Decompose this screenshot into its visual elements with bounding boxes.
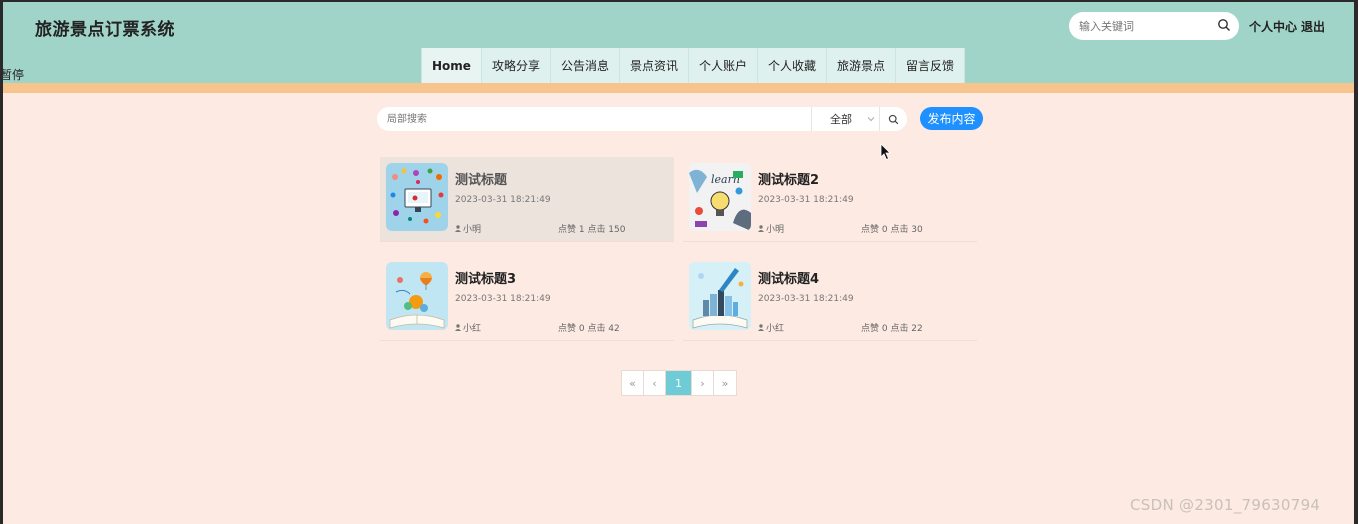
accent-bar — [3, 83, 1354, 93]
category-select-value: 全部 — [830, 113, 852, 126]
local-search-bar: 全部 — [377, 107, 907, 131]
post-card[interactable]: 测试标题 2023-03-31 18:21:49 小明 点赞 1 点击 150 — [380, 157, 674, 242]
post-author: 小明 — [455, 222, 481, 235]
nav-item-scenic-news[interactable]: 景点资讯 — [618, 48, 688, 83]
user-icon — [758, 324, 764, 331]
post-stats: 点赞 0 点击 22 — [861, 324, 923, 334]
post-thumbnail[interactable]: learn — [689, 163, 751, 231]
post-title[interactable]: 测试标题2 — [758, 169, 819, 188]
post-thumbnail[interactable] — [689, 262, 751, 330]
nav-item-feedback[interactable]: 留言反馈 — [895, 48, 966, 83]
post-date: 2023-03-31 18:21:49 — [455, 294, 551, 304]
local-search-button[interactable] — [879, 107, 907, 131]
nav-item-scenic-spots[interactable]: 旅游景点 — [826, 48, 896, 83]
post-card[interactable]: 测试标题4 2023-03-31 18:21:49 小红 点赞 0 点击 22 — [683, 256, 977, 341]
chevron-down-icon — [867, 117, 875, 122]
category-select[interactable]: 全部 — [811, 107, 879, 131]
post-card[interactable]: learn 测试标题2 2023-03-31 18:21:49 小明 点赞 0 … — [683, 157, 977, 242]
user-center-link[interactable]: 个人中心 — [1249, 18, 1297, 35]
nav-item-guide-share[interactable]: 攻略分享 — [480, 48, 550, 83]
post-title[interactable]: 测试标题 — [455, 169, 507, 188]
main-nav: Home 攻略分享 公告消息 景点资讯 个人账户 个人收藏 旅游景点 留言反馈 — [421, 48, 966, 83]
post-title[interactable]: 测试标题3 — [455, 268, 516, 287]
search-icon — [888, 114, 899, 124]
nav-item-favorites[interactable]: 个人收藏 — [757, 48, 827, 83]
post-date: 2023-03-31 18:21:49 — [758, 294, 854, 304]
global-search-input[interactable] — [1079, 17, 1209, 35]
post-author-name: 小红 — [766, 324, 785, 334]
stray-overlay-text: 暂停 — [3, 68, 25, 82]
post-title[interactable]: 测试标题4 — [758, 268, 819, 287]
post-author: 小红 — [455, 321, 481, 334]
local-search-input[interactable] — [387, 111, 787, 127]
mouse-cursor-icon — [880, 143, 891, 161]
pagination-current-page[interactable]: 1 — [666, 371, 692, 395]
pagination-next[interactable]: › — [692, 371, 714, 395]
post-stats: 点赞 0 点击 30 — [861, 225, 923, 235]
site-header: 旅游景点订票系统 个人中心 退出 Home 攻略分享 公告消息 景点资讯 个人账… — [3, 2, 1354, 83]
post-stats: 点赞 0 点击 42 — [558, 324, 620, 334]
post-author: 小明 — [758, 222, 784, 235]
post-author: 小红 — [758, 321, 784, 334]
post-author-name: 小红 — [463, 324, 482, 334]
post-thumbnail[interactable] — [386, 163, 448, 231]
nav-item-announcements[interactable]: 公告消息 — [549, 48, 619, 83]
pagination-last[interactable]: » — [714, 371, 736, 395]
search-icon[interactable] — [1217, 18, 1231, 32]
post-author-name: 小明 — [463, 225, 482, 235]
user-icon — [455, 225, 461, 232]
app-window: 旅游景点订票系统 个人中心 退出 Home 攻略分享 公告消息 景点资讯 个人账… — [3, 2, 1354, 524]
global-search — [1069, 12, 1239, 40]
pagination: « ‹ 1 › » — [621, 370, 737, 396]
watermark: CSDN @2301_79630794 — [1130, 496, 1321, 514]
site-title: 旅游景点订票系统 — [35, 20, 175, 40]
pagination-first[interactable]: « — [622, 371, 644, 395]
post-date: 2023-03-31 18:21:49 — [758, 195, 854, 205]
nav-item-account[interactable]: 个人账户 — [687, 48, 757, 83]
nav-item-home[interactable]: Home — [421, 48, 481, 83]
user-icon — [455, 324, 461, 331]
post-stats: 点赞 1 点击 150 — [558, 225, 626, 235]
post-date: 2023-03-31 18:21:49 — [455, 195, 551, 205]
logout-link[interactable]: 退出 — [1301, 18, 1325, 35]
post-card[interactable]: 测试标题3 2023-03-31 18:21:49 小红 点赞 0 点击 42 — [380, 256, 674, 341]
post-author-name: 小明 — [766, 225, 785, 235]
user-icon — [758, 225, 764, 232]
pagination-prev[interactable]: ‹ — [644, 371, 666, 395]
publish-button[interactable]: 发布内容 — [920, 107, 983, 130]
post-thumbnail[interactable] — [386, 262, 448, 330]
